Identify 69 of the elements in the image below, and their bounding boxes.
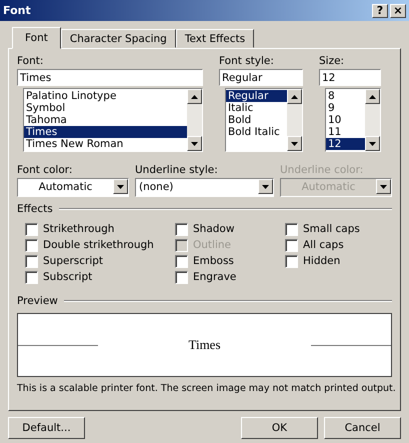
field-label: Font: (17, 55, 44, 67)
list-item[interactable]: Bold Italic (226, 126, 287, 138)
group-title: Preview (17, 295, 58, 307)
list-item[interactable]: Bold (226, 114, 287, 126)
scrollbar[interactable] (365, 89, 380, 151)
dialog-button[interactable]: Default... (8, 417, 85, 439)
field-label: Font style: (219, 55, 275, 67)
checkbox-box[interactable] (25, 238, 38, 252)
dropdown[interactable]: Automatic (17, 178, 129, 197)
list-item[interactable]: 9 (326, 102, 365, 114)
scroll-down-icon[interactable] (291, 142, 298, 146)
dropdown-arrow-icon[interactable] (117, 184, 124, 188)
scroll-up-icon[interactable] (369, 94, 376, 98)
checkbox[interactable]: Shadow (175, 221, 285, 237)
list-item[interactable]: Times (24, 126, 187, 138)
scrollbar[interactable] (287, 89, 302, 151)
field-label: Size: (319, 55, 346, 67)
dropdown-arrow-icon[interactable] (380, 184, 387, 188)
close-button[interactable]: × (390, 4, 406, 18)
list-item[interactable]: Times New Roman (24, 138, 187, 150)
checkbox[interactable]: Emboss (175, 253, 285, 269)
checkbox[interactable]: Hidden (285, 253, 392, 269)
dialog-button[interactable]: Cancel (324, 417, 401, 439)
scroll-up-icon[interactable] (291, 94, 298, 98)
list-item[interactable]: 10 (326, 114, 365, 126)
list-item[interactable]: Palatino Linotype (24, 90, 187, 102)
tab[interactable]: Font (12, 27, 61, 49)
checkbox[interactable]: Strikethrough (25, 221, 175, 237)
scroll-up-icon[interactable] (191, 94, 198, 98)
checkbox-box[interactable] (285, 238, 298, 252)
field-label: Underline style: (135, 164, 219, 176)
checkbox-box[interactable] (175, 254, 188, 268)
dropdown[interactable]: (none) (135, 178, 274, 197)
input-field[interactable]: Regular (219, 69, 303, 86)
checkbox-box[interactable] (175, 222, 188, 236)
dialog-button[interactable]: OK (241, 417, 318, 439)
tab[interactable]: Text Effects (176, 29, 254, 48)
list-item[interactable]: Regular (226, 90, 287, 102)
input-field[interactable]: 12 (319, 69, 381, 86)
group-title: Effects (17, 203, 53, 215)
scroll-down-icon[interactable] (369, 142, 376, 146)
field-label: Underline color: (280, 164, 364, 176)
help-button[interactable]: ? (372, 4, 388, 18)
scroll-down-icon[interactable] (191, 142, 198, 146)
dropdown-arrow-icon[interactable] (262, 184, 269, 188)
list-item[interactable]: Symbol (24, 102, 187, 114)
window-title: Font (3, 4, 32, 17)
checkbox-box[interactable] (25, 254, 38, 268)
preview-sample: Times (187, 337, 222, 353)
list-item[interactable]: 8 (326, 90, 365, 102)
checkbox[interactable]: Superscript (25, 253, 175, 269)
list-item[interactable]: Tahoma (24, 114, 187, 126)
list-item[interactable]: 11 (326, 126, 365, 138)
list-item[interactable]: Italic (226, 102, 287, 114)
list-item[interactable]: 12 (326, 138, 365, 150)
checkbox[interactable]: Small caps (285, 221, 392, 237)
checkbox-box[interactable] (285, 222, 298, 236)
checkbox-box[interactable] (175, 270, 188, 284)
checkbox-box[interactable] (25, 270, 38, 284)
scrollbar[interactable] (187, 89, 202, 151)
checkbox[interactable]: Engrave (175, 269, 285, 285)
checkbox-box[interactable] (25, 222, 38, 236)
input-field[interactable]: Times (17, 69, 203, 86)
field-label: Font color: (17, 164, 74, 176)
checkbox[interactable]: All caps (285, 237, 392, 253)
tab[interactable]: Character Spacing (60, 29, 176, 48)
checkbox-box[interactable] (285, 254, 298, 268)
checkbox[interactable]: Double strikethrough (25, 237, 175, 253)
checkbox[interactable]: Subscript (25, 269, 175, 285)
